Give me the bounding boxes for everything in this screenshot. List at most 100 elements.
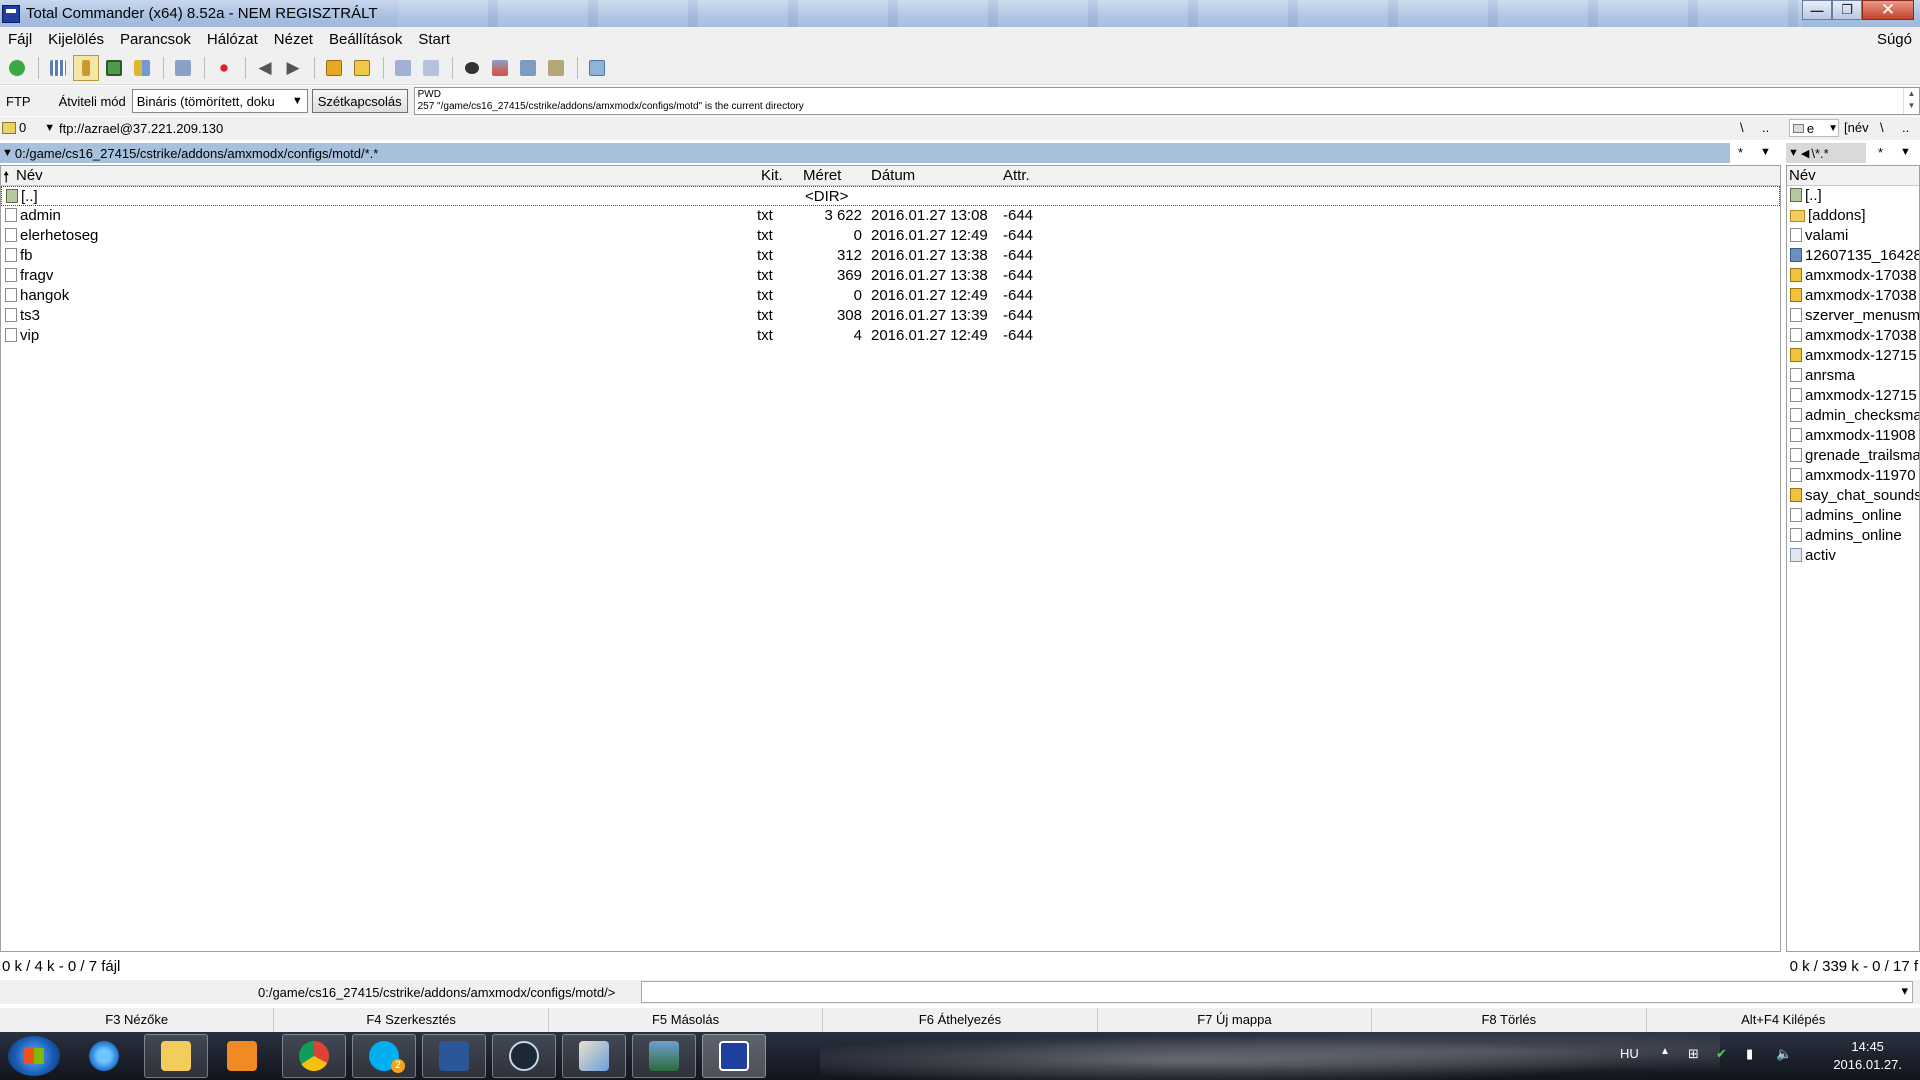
find-icon[interactable] (459, 55, 485, 81)
url-connect-icon[interactable] (418, 55, 444, 81)
left-up-button[interactable]: .. (1762, 120, 1769, 135)
sync-dirs-icon[interactable] (543, 55, 569, 81)
notepad-icon[interactable] (584, 55, 610, 81)
right-list-item[interactable]: amxmodx-17038 (1787, 266, 1919, 286)
right-list-item[interactable]: amxmodx-12715 (1787, 386, 1919, 406)
right-list-item[interactable]: szerver_menusm (1787, 306, 1919, 326)
left-root-button[interactable]: \ (1740, 120, 1744, 135)
right-file-panel[interactable]: Név [..] [addons] valami 12607135_16428 amxm… (1786, 165, 1920, 952)
right-drive-select[interactable]: e ▼ (1789, 119, 1839, 137)
paint-icon[interactable] (562, 1034, 626, 1078)
invert-selection-icon[interactable] (211, 55, 237, 81)
file-row[interactable]: admin txt 3 622 2016.01.27 13:08 -644 (1, 206, 1780, 226)
column-name[interactable]: Név (1789, 167, 1816, 184)
close-button[interactable]: ✕ (1862, 0, 1914, 20)
network-icon[interactable]: ▮ (1746, 1046, 1753, 1062)
right-history-icon[interactable]: ▼ (1900, 146, 1911, 158)
volume-icon[interactable]: 🔈 (1776, 1046, 1792, 1062)
right-up-button[interactable]: .. (1902, 120, 1909, 135)
right-path-bar[interactable]: ▼ ◀ \*.* (1786, 143, 1866, 163)
f6-move-button[interactable]: F6 Áthelyezés (822, 1008, 1096, 1032)
windows-flag-icon[interactable]: ⊞ (1688, 1046, 1699, 1062)
menu-show[interactable]: Nézet (266, 31, 321, 48)
menu-mark[interactable]: Kijelölés (40, 31, 112, 48)
column-date[interactable]: Dátum (871, 167, 915, 184)
menu-start[interactable]: Start (410, 31, 458, 48)
parent-dir-row[interactable]: [..] <DIR> (1, 186, 1780, 206)
menu-net[interactable]: Hálózat (199, 31, 266, 48)
file-row[interactable]: ts3 txt 308 2016.01.27 13:39 -644 (1, 306, 1780, 326)
f4-edit-button[interactable]: F4 Szerkesztés (273, 1008, 547, 1032)
menu-commands[interactable]: Parancsok (112, 31, 199, 48)
total-commander-icon[interactable] (702, 1034, 766, 1078)
language-indicator[interactable]: HU (1620, 1046, 1639, 1061)
right-root-button[interactable]: \ (1880, 120, 1884, 135)
action-center-icon[interactable]: ✔ (1716, 1046, 1727, 1062)
file-explorer-icon[interactable] (144, 1034, 208, 1078)
right-list-item[interactable]: amxmodx-17038 (1787, 326, 1919, 346)
ftp-log-scrollbar[interactable]: ▲ ▼ (1903, 88, 1919, 114)
word-icon[interactable] (422, 1034, 486, 1078)
left-file-panel[interactable]: 🠕 Név Kit. Méret Dátum Attr. [..] <DIR> … (0, 165, 1781, 952)
file-row[interactable]: elerhetoseg txt 0 2016.01.27 12:49 -644 (1, 226, 1780, 246)
right-list-item[interactable]: activ (1787, 546, 1919, 566)
maximize-button[interactable]: ❐ (1832, 0, 1862, 20)
skype-icon[interactable]: 2 (352, 1034, 416, 1078)
transfer-mode-select[interactable]: Bináris (tömörített, doku ▼ (131, 89, 308, 113)
right-list-item[interactable]: [addons] (1787, 206, 1919, 226)
right-list-item[interactable]: admins_online (1787, 506, 1919, 526)
right-list-item[interactable]: amxmodx-11908 (1787, 426, 1919, 446)
alt-f4-exit-button[interactable]: Alt+F4 Kilépés (1645, 1008, 1920, 1032)
f7-new-folder-button[interactable]: F7 Új mappa (1096, 1008, 1371, 1032)
left-drive-select[interactable]: 0 ▼ (2, 120, 55, 135)
refresh-icon[interactable] (4, 55, 30, 81)
photo-viewer-icon[interactable] (632, 1034, 696, 1078)
media-player-icon[interactable] (210, 1034, 274, 1078)
right-list-item[interactable]: valami (1787, 226, 1919, 246)
clock[interactable]: 14:45 2016.01.27. (1833, 1038, 1902, 1074)
column-ext[interactable]: Kit. (761, 167, 783, 184)
f5-copy-button[interactable]: F5 Másolás (547, 1008, 822, 1032)
multi-rename-icon[interactable] (487, 55, 513, 81)
tray-expand-icon[interactable]: ▲ (1660, 1046, 1670, 1057)
right-list-item[interactable]: admin_checksma (1787, 406, 1919, 426)
right-list-item[interactable]: amxmodx-12715 (1787, 346, 1919, 366)
menu-help[interactable]: Súgó (1869, 31, 1920, 48)
chrome-icon[interactable] (282, 1034, 346, 1078)
file-row[interactable]: hangok txt 0 2016.01.27 12:49 -644 (1, 286, 1780, 306)
column-name[interactable]: Név (16, 167, 43, 184)
pack-icon[interactable] (321, 55, 347, 81)
compare-dirs-icon[interactable] (515, 55, 541, 81)
left-filter-button[interactable]: * (1738, 145, 1743, 160)
unpack-icon[interactable] (349, 55, 375, 81)
file-row[interactable]: fragv txt 369 2016.01.27 13:38 -644 (1, 266, 1780, 286)
left-path-bar[interactable]: ▼ 0:/game/cs16_27415/cstrike/addons/amxm… (0, 143, 1730, 163)
right-list-item[interactable]: 12607135_16428 (1787, 246, 1919, 266)
menu-configuration[interactable]: Beállítások (321, 31, 410, 48)
back-icon[interactable]: ◀ (252, 55, 278, 81)
file-row[interactable]: vip txt 4 2016.01.27 12:49 -644 (1, 326, 1780, 346)
tree-view-icon[interactable] (73, 54, 99, 81)
ftp-connect-icon[interactable] (390, 55, 416, 81)
brief-view-icon[interactable] (45, 55, 71, 81)
thumbnails-icon[interactable] (101, 55, 127, 81)
internet-explorer-icon[interactable] (72, 1034, 136, 1078)
f3-view-button[interactable]: F3 Nézőke (0, 1008, 273, 1032)
right-list-item[interactable]: [..] (1787, 186, 1919, 206)
right-list-item[interactable]: grenade_trailsma (1787, 446, 1919, 466)
sync-icon[interactable] (170, 55, 196, 81)
steam-icon[interactable] (492, 1034, 556, 1078)
minimize-button[interactable]: — (1802, 0, 1832, 20)
ftp-log[interactable]: PWD 257 "/game/cs16_27415/cstrike/addons… (413, 87, 1920, 115)
column-size[interactable]: Méret (803, 167, 841, 184)
start-button[interactable] (8, 1036, 60, 1076)
forward-icon[interactable]: ▶ (280, 55, 306, 81)
right-list-item[interactable]: say_chat_sounds (1787, 486, 1919, 506)
column-attr[interactable]: Attr. (1003, 167, 1030, 184)
menu-file[interactable]: Fájl (0, 31, 40, 48)
right-list-item[interactable]: anrsma (1787, 366, 1919, 386)
right-list-item[interactable]: amxmodx-11970 (1787, 466, 1919, 486)
right-filter-button[interactable]: * (1878, 145, 1883, 160)
right-list-item[interactable]: amxmodx-17038 (1787, 286, 1919, 306)
file-row[interactable]: fb txt 312 2016.01.27 13:38 -644 (1, 246, 1780, 266)
